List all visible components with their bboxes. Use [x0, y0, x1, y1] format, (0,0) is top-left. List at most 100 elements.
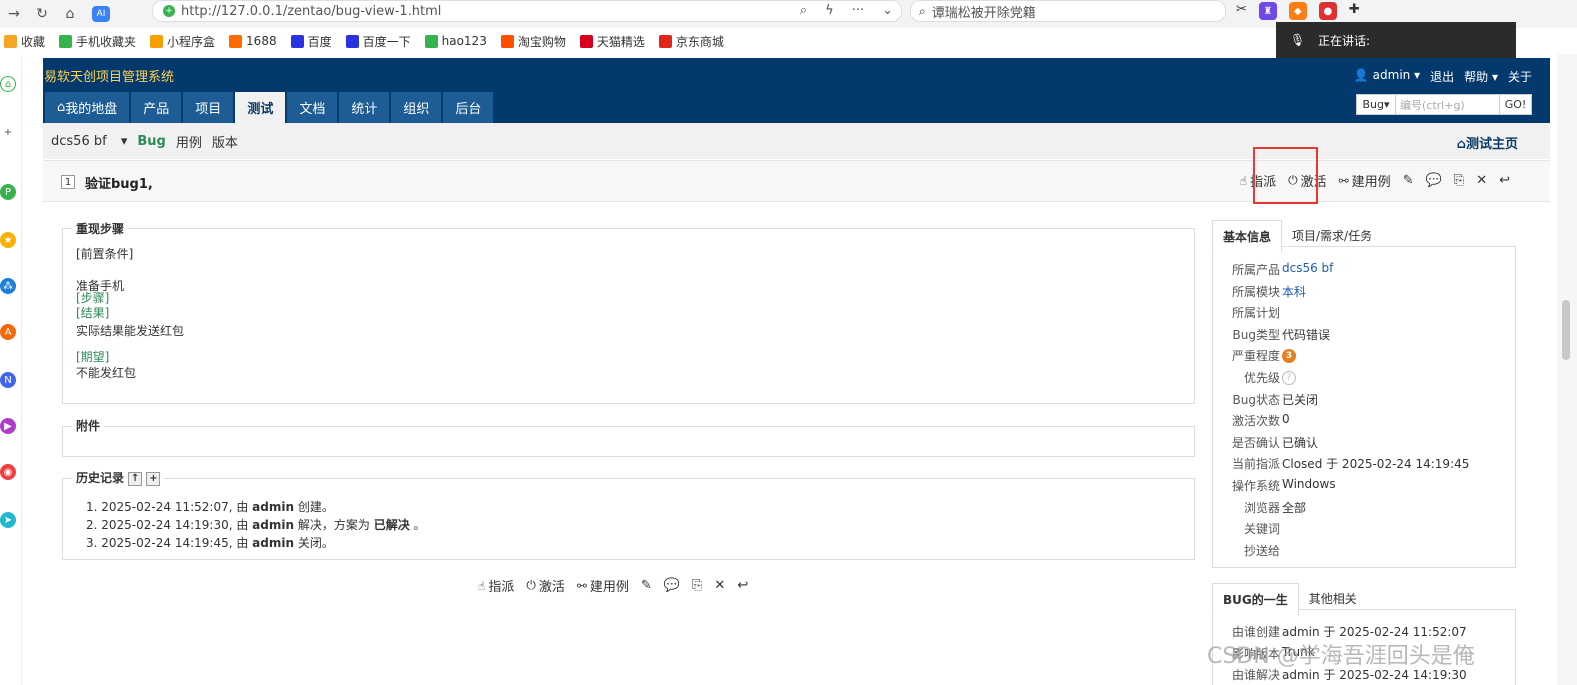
sort-up-icon[interactable]: ↑	[128, 471, 143, 486]
send-icon[interactable]: ➤	[0, 512, 16, 528]
bookmark-item[interactable]: 天猫精选	[579, 33, 645, 50]
user-dropdown[interactable]: 👤 admin ▾	[1354, 68, 1420, 85]
create-case-button[interactable]: ⚯ 建用例	[1338, 171, 1391, 191]
bug-title: 验证bug1,	[85, 177, 153, 192]
about-link[interactable]: 关于	[1508, 68, 1532, 85]
quick-search-input[interactable]: 编号(ctrl+g)	[1396, 94, 1500, 115]
step-line: [结果]	[76, 306, 110, 320]
info-row: 抄送给	[1243, 543, 1280, 558]
tab-bug-life[interactable]: BUG的一生	[1212, 583, 1299, 616]
product-switcher[interactable]: dcs56 bf ▾	[51, 134, 127, 149]
network-icon[interactable]: ⁂	[0, 278, 16, 294]
quick-search-go-button[interactable]: GO!	[1500, 94, 1532, 115]
scissors-icon[interactable]: ✂	[1236, 2, 1247, 20]
hao123-icon	[424, 34, 438, 48]
reload-icon[interactable]: ↻	[28, 2, 56, 26]
play-icon[interactable]: ▶	[0, 418, 16, 434]
phone-icon	[59, 34, 73, 48]
search-icon: ⌕	[919, 3, 926, 18]
page-scrollbar[interactable]	[1557, 54, 1577, 685]
star-icon[interactable]: ★	[0, 232, 16, 248]
ai-chat-icon[interactable]: N	[0, 372, 16, 388]
more-icon[interactable]: ···	[852, 3, 864, 18]
zoom-icon[interactable]: ⌕	[800, 3, 807, 18]
info-value: Windows	[1282, 477, 1336, 491]
copy-icon[interactable]: ⎘	[692, 578, 702, 593]
app-icon[interactable]: P	[0, 184, 16, 200]
edit-icon[interactable]: ✎	[641, 578, 652, 593]
bookmark-item[interactable]: 1688	[229, 34, 277, 48]
info-value: 代码错误	[1282, 327, 1331, 342]
quick-search-type[interactable]: Bug ▾	[1356, 94, 1396, 115]
address-bar[interactable]: + http://127.0.0.1/zentao/bug-view-1.htm…	[152, 0, 902, 22]
info-row: 激活次数 0	[1231, 412, 1290, 429]
browser-search-input[interactable]: ⌕ 谭瑞松被开除党籍	[910, 0, 1226, 22]
bookmark-item[interactable]: 淘宝购物	[500, 33, 566, 50]
info-row: Bug类型 代码错误	[1232, 327, 1331, 342]
steps-legend: 重现步骤	[72, 220, 129, 237]
url-tools: ⌕ ϟ ··· ⌄	[800, 3, 893, 18]
expand-icon[interactable]: +	[146, 471, 161, 486]
tab-0[interactable]: ⌂ 我的地盘	[45, 92, 130, 123]
info-value[interactable]: dcs56 bf	[1282, 261, 1333, 278]
bookmark-item[interactable]: 小程序盒	[150, 33, 215, 50]
edit-icon[interactable]: ✎	[1403, 173, 1414, 188]
browser-sidebar: ⌂ + P ★ ⁂ A N ▶ ◉ ➤	[0, 54, 22, 685]
add-icon[interactable]: +	[0, 124, 16, 140]
flash-icon[interactable]: ϟ	[825, 3, 834, 18]
create-case-button-bottom[interactable]: ⚯ 建用例	[577, 576, 629, 596]
bookmark-item[interactable]: 百度一下	[345, 33, 411, 50]
scrollbar-thumb[interactable]	[1562, 300, 1570, 360]
delete-icon[interactable]: ✕	[714, 578, 725, 593]
tab-3[interactable]: 测试	[235, 92, 286, 123]
user-menu: 👤 admin ▾ 退出 帮助 ▾ 关于	[1354, 68, 1532, 85]
tmall-icon	[579, 34, 593, 48]
mic-icon: 🎙	[1290, 33, 1306, 47]
tab-basic-info[interactable]: 基本信息	[1212, 220, 1283, 253]
activate-button-bottom[interactable]: ⏻ 激活	[526, 576, 565, 595]
bookmark-item[interactable]: 收藏	[4, 33, 45, 50]
tab-other-related[interactable]: 其他相关	[1299, 583, 1367, 616]
bookmark-item[interactable]: 京东商城	[658, 33, 724, 50]
subnav-case[interactable]: 用例	[176, 132, 202, 151]
chevron-down-icon[interactable]: ⌄	[882, 3, 893, 18]
delete-icon[interactable]: ✕	[1476, 173, 1487, 188]
help-link[interactable]: 帮助 ▾	[1464, 68, 1498, 85]
comment-icon[interactable]: 💬	[1426, 173, 1442, 188]
info-value: 已确认	[1282, 435, 1319, 450]
step-line: [期望]	[76, 350, 110, 364]
tab-2[interactable]: 项目	[183, 92, 234, 123]
tab-1[interactable]: 产品	[131, 92, 182, 123]
info-row: 是否确认 已确认	[1231, 435, 1319, 450]
info-value[interactable]: 本科	[1282, 283, 1306, 300]
tab-project-story-task[interactable]: 项目/需求/任务	[1282, 220, 1382, 253]
comment-icon[interactable]: 💬	[664, 578, 680, 593]
test-home-link[interactable]: ⌂测试主页	[1457, 133, 1528, 152]
home-icon[interactable]: ⌂	[56, 2, 84, 26]
logout-link[interactable]: 退出	[1430, 68, 1454, 85]
tab-5[interactable]: 统计	[339, 92, 390, 123]
puzzle-icon[interactable]: ✚	[1349, 2, 1360, 20]
home-icon[interactable]: ⌂	[0, 76, 16, 92]
ai-icon[interactable]: AI	[92, 6, 110, 22]
bookmark-item[interactable]: 手机收藏夹	[59, 33, 136, 50]
tab-4[interactable]: 文档	[287, 92, 338, 123]
back-icon[interactable]: ↩	[1499, 173, 1510, 188]
bookmark-item[interactable]: hao123	[424, 34, 487, 48]
ai-app-icon[interactable]: A	[0, 324, 16, 340]
sitemap-icon: ⚯	[1338, 173, 1349, 188]
bag-icon[interactable]: ◉	[0, 464, 16, 480]
tab-7[interactable]: 后台	[443, 92, 494, 123]
bookmark-item[interactable]: 百度	[290, 33, 332, 50]
copy-icon[interactable]: ⎘	[1454, 173, 1464, 188]
extension-icon[interactable]: ♜	[1258, 2, 1277, 20]
back-icon[interactable]: ↩	[737, 578, 748, 593]
tab-6[interactable]: 组织	[391, 92, 442, 123]
step-line: 不能发红包	[76, 366, 137, 380]
assign-button-bottom[interactable]: ☝ 指派	[478, 576, 514, 596]
game-icon[interactable]: ◆	[1288, 2, 1307, 20]
forward-icon[interactable]: →	[0, 2, 28, 26]
subnav-build[interactable]: 版本	[212, 132, 238, 151]
record-icon[interactable]: ●	[1318, 2, 1337, 20]
subnav-bug[interactable]: Bug	[137, 134, 165, 149]
